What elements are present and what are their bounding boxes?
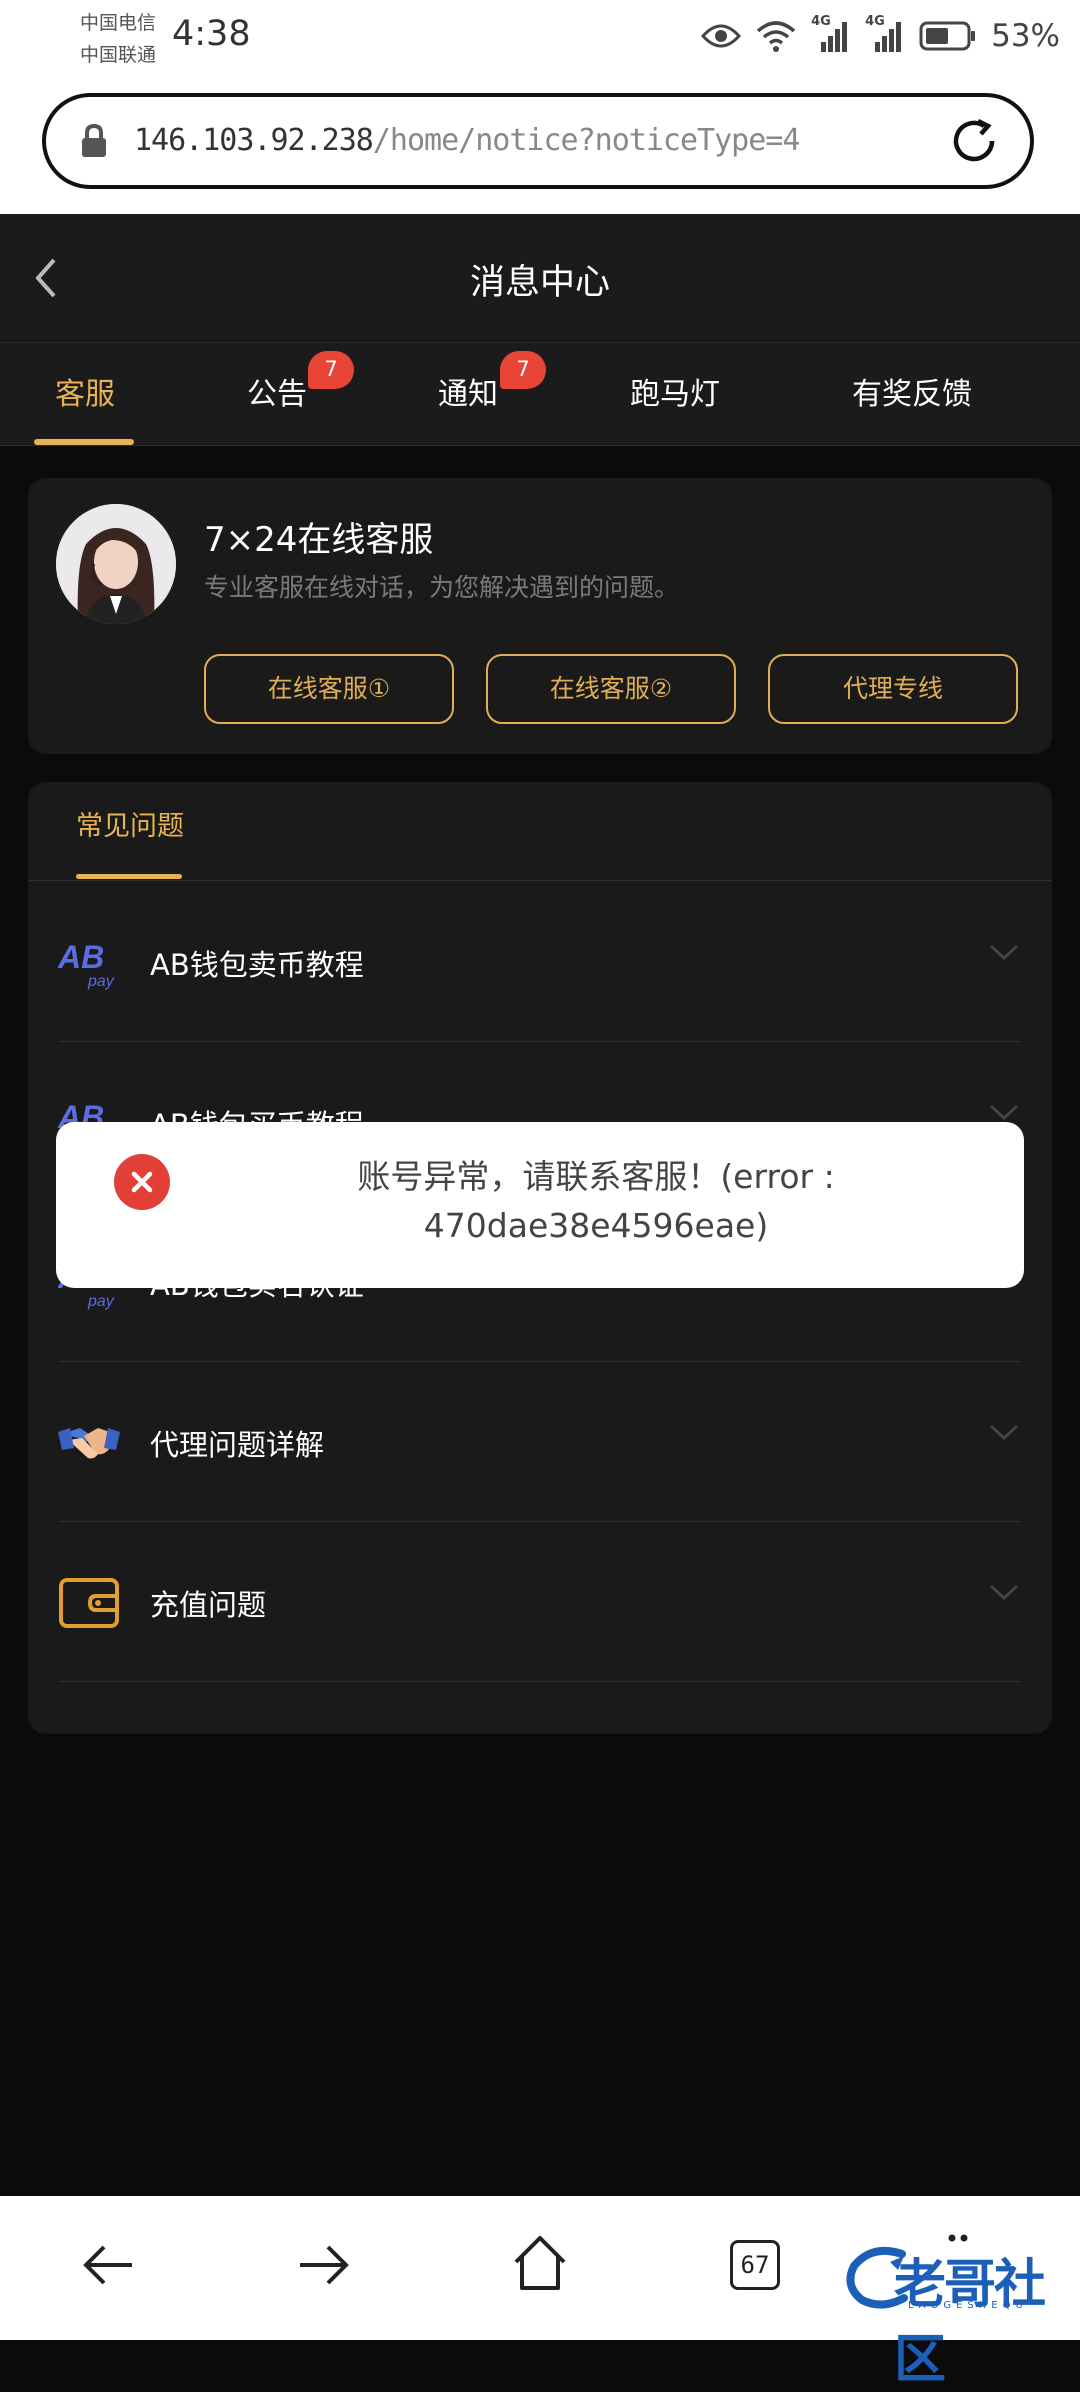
abpay-icon: ABpay: [58, 939, 115, 990]
active-tab-indicator: [34, 439, 134, 445]
tab-marquee[interactable]: 跑马灯: [630, 343, 720, 447]
url-path: /home/notice?noticeType=4: [372, 123, 801, 158]
faq-item[interactable]: AB pay AB钱包卖币教程: [58, 882, 1020, 1042]
back-arrow-icon[interactable]: [80, 2240, 136, 2290]
wallet-icon: [59, 1578, 119, 1628]
faq-tab[interactable]: 常见问题: [76, 804, 184, 843]
tab-customer-service[interactable]: 客服: [55, 343, 115, 447]
tab-reward-feedback[interactable]: 有奖反馈: [852, 343, 972, 447]
faq-item-label: AB钱包卖币教程: [150, 948, 364, 982]
page-title: 消息中心: [469, 263, 610, 303]
service-description: 专业客服在线对话，为您解决遇到的问题。: [204, 573, 680, 602]
agent-line-button[interactable]: 代理专线: [768, 654, 1018, 724]
faq-item-label: 代理问题详解: [150, 1428, 325, 1462]
chevron-down-icon: [989, 944, 1019, 961]
lock-icon: [82, 123, 106, 157]
service-title: 7×24在线客服: [204, 520, 434, 560]
chevron-down-icon: [989, 1104, 1019, 1121]
page-header: 消息中心: [0, 214, 1080, 342]
status-bar: 中国电信 中国联通 4:38 4G 4G 53%: [0, 0, 1080, 78]
chevron-down-icon: [989, 1584, 1019, 1601]
watermark-subtext: LAOGESHEQU: [908, 2300, 1028, 2311]
online-service-2-button[interactable]: 在线客服②: [486, 654, 736, 724]
url-text[interactable]: 146.103.92.238/home/notice?noticeType=4: [134, 123, 801, 158]
tab-notifications[interactable]: 通知: [438, 343, 498, 447]
battery-percent: 53%: [991, 18, 1060, 54]
address-bar[interactable]: 146.103.92.238/home/notice?noticeType=4: [42, 93, 1034, 189]
tab-announcements[interactable]: 公告: [247, 343, 307, 447]
online-service-1-button[interactable]: 在线客服①: [204, 654, 454, 724]
faq-item-label: 充值问题: [150, 1588, 267, 1622]
svg-text:pay: pay: [87, 1293, 115, 1310]
unread-badge: 7: [308, 351, 354, 389]
status-icons: 4G 4G 53%: [701, 14, 1060, 56]
divider: [28, 880, 1052, 881]
status-time: 4:38: [172, 14, 251, 54]
unread-badge: 7: [500, 351, 546, 389]
svg-text:AB: AB: [58, 939, 104, 975]
avatar: [56, 504, 176, 624]
watermark-logo: 老哥社区 LAOGESHEQU: [842, 2242, 1078, 2390]
toast-line-1: 账号异常，请联系客服！(error :: [357, 1157, 835, 1196]
handshake-icon: [58, 1428, 120, 1459]
carrier-2-label: 中国联通: [80, 44, 157, 66]
toast-line-2: 470dae38e4596eae): [423, 1206, 769, 1245]
faq-item[interactable]: 代理问题详解: [58, 1362, 1020, 1522]
forward-arrow-icon[interactable]: [296, 2240, 352, 2290]
service-card: 7×24在线客服 专业客服在线对话，为您解决遇到的问题。 在线客服① 在线客服②…: [28, 478, 1052, 754]
faq-tab-indicator: [76, 874, 182, 879]
chevron-down-icon: [989, 1424, 1019, 1441]
faq-item[interactable]: 充值问题: [58, 1522, 1020, 1682]
url-host: 146.103.92.238: [134, 123, 374, 158]
svg-text:pay: pay: [87, 973, 115, 990]
tab-bar: 客服 公告 7 通知 7 跑马灯 有奖反馈: [0, 342, 1080, 446]
error-icon: [114, 1154, 170, 1210]
watermark-text: 老哥社区: [894, 2254, 1046, 2390]
eye-icon: [701, 24, 742, 48]
signal-icon: 4G: [811, 14, 851, 54]
toast-message: 账号异常，请联系客服！(error : 470dae38e4596eae): [196, 1152, 996, 1250]
wifi-icon: [756, 21, 796, 52]
reload-icon[interactable]: [948, 115, 1000, 167]
tab-count-button[interactable]: 67: [730, 2240, 780, 2290]
battery-icon: [919, 21, 976, 51]
home-icon[interactable]: [512, 2234, 568, 2292]
carrier-1-label: 中国电信: [80, 12, 157, 34]
error-toast: 账号异常，请联系客服！(error : 470dae38e4596eae): [56, 1122, 1024, 1288]
signal-icon: 4G: [865, 14, 905, 54]
browser-toolbar: 146.103.92.238/home/notice?noticeType=4: [0, 78, 1080, 214]
